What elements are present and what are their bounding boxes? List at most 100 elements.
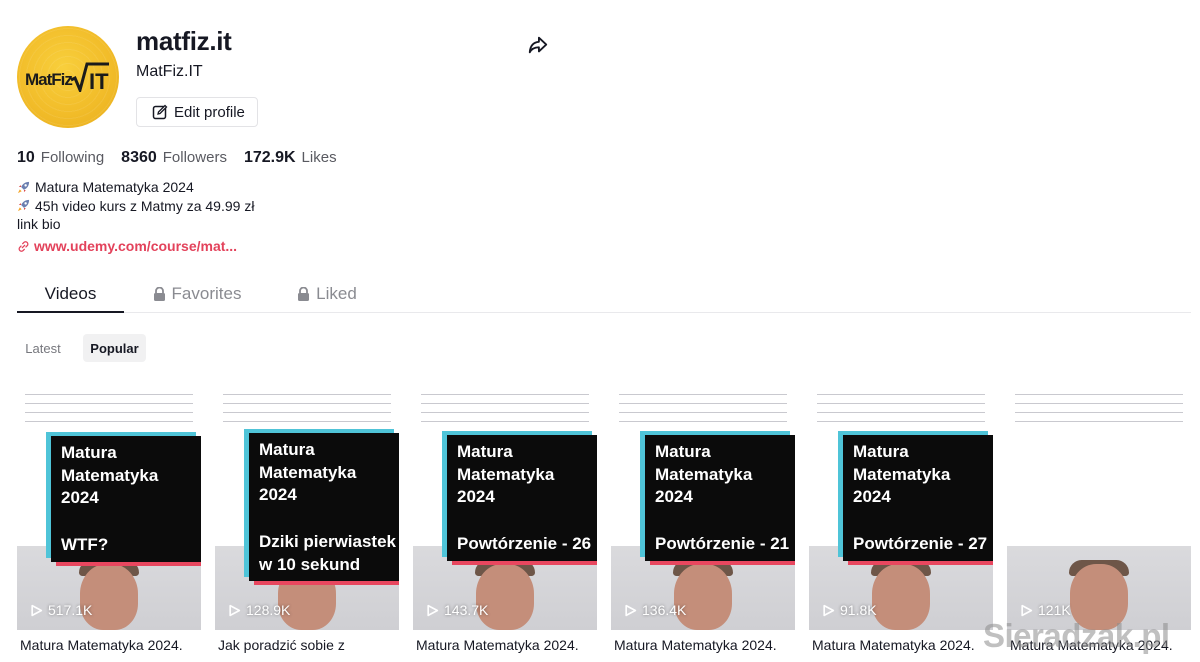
avatar-logo: MatFiz IT [25, 62, 113, 92]
bio-line-2: 45h video kurs z Matmy za 49.99 zł [35, 197, 255, 214]
stat-value: 8360 [121, 149, 157, 166]
worksheet-line [817, 421, 985, 422]
worksheet-line [25, 421, 193, 422]
stat-label: Following [40, 149, 105, 166]
person-face [476, 564, 534, 630]
sticker-subtitle: Dziki pierwiastek w 10 sekund [259, 532, 397, 574]
view-count: 517.1K [30, 602, 92, 618]
sticker-title: Matura Matematyka 2024 [61, 443, 159, 507]
person-face [80, 564, 138, 630]
video-title-sticker: Matura Matematyka 2024 Powtórzenie - 21 [645, 435, 795, 561]
video-title-sticker: Matura Matematyka 2024 Dziki pierwiastek … [249, 433, 399, 581]
view-count-value: 91.8K [840, 602, 877, 618]
sticker-title: Matura Matematyka 2024 [259, 440, 357, 504]
video-thumbnail-background [1007, 386, 1191, 546]
sticker-subtitle: Powtórzenie - 26 [457, 534, 592, 553]
filter-latest[interactable]: Latest [17, 334, 69, 362]
video-card[interactable]: 121K [1007, 386, 1191, 630]
nickname: MatFiz.IT [136, 63, 203, 80]
profile-tabs: Videos Favorites Liked [17, 275, 1191, 313]
view-count-value: 517.1K [48, 602, 93, 618]
play-icon [229, 604, 241, 616]
video-title-sticker: Matura Matematyka 2024 WTF? [51, 436, 201, 562]
video-caption[interactable]: Matura Matematyka 2024. [614, 637, 798, 653]
stats-row: 10 Following 8360 Followers 172.9K Likes [17, 149, 354, 167]
person-face [872, 564, 930, 630]
worksheet-line [421, 421, 589, 422]
share-arrow-icon[interactable] [527, 34, 549, 56]
video-card[interactable]: Matura Matematyka 2024 Powtórzenie - 26 14… [413, 386, 597, 630]
stat-label: Followers [162, 149, 227, 166]
worksheet-line [817, 403, 985, 404]
worksheet-line [421, 403, 589, 404]
edit-profile-label: Edit profile [174, 103, 245, 121]
avatar[interactable]: MatFiz IT [17, 26, 119, 128]
view-count-value: 136.4K [642, 602, 687, 618]
worksheet-line [817, 412, 985, 413]
video-card[interactable]: Matura Matematyka 2024 Dziki pierwiastek … [215, 386, 399, 630]
tab-label: Liked [316, 283, 357, 303]
worksheet-line [1015, 421, 1183, 422]
worksheet-line [619, 412, 787, 413]
rocket-icon [17, 181, 30, 193]
worksheet-line [25, 394, 193, 395]
tab-videos[interactable]: Videos [17, 275, 124, 312]
tab-label: Favorites [171, 283, 242, 303]
worksheet-line [25, 412, 193, 413]
bio-link[interactable]: www.udemy.com/course/mat... [17, 238, 237, 254]
play-icon [625, 604, 637, 616]
play-icon [1021, 604, 1033, 616]
edit-profile-button[interactable]: Edit profile [136, 97, 258, 127]
video-title-sticker: Matura Matematyka 2024 Powtórzenie - 26 [447, 435, 597, 561]
video-caption[interactable]: Matura Matematyka 2024. [20, 637, 204, 653]
bio-link-text: www.udemy.com/course/mat... [34, 238, 238, 254]
active-tab-indicator [17, 311, 124, 313]
view-count: 143.7K [426, 602, 488, 618]
lock-icon [298, 286, 310, 301]
stat-value: 10 [17, 149, 35, 166]
play-icon [31, 604, 43, 616]
sticker-subtitle: WTF? [61, 535, 109, 554]
stat-following[interactable]: 10 Following [17, 149, 104, 167]
username: matfiz.it [136, 26, 232, 56]
view-count-value: 128.9K [246, 602, 291, 618]
view-count-value: 121K [1038, 602, 1071, 618]
sticker-title: Matura Matematyka 2024 [457, 442, 555, 506]
worksheet-line [421, 412, 589, 413]
view-count: 128.9K [228, 602, 290, 618]
stat-likes: 172.9K Likes [244, 149, 337, 167]
view-count: 136.4K [624, 602, 686, 618]
video-card[interactable]: Matura Matematyka 2024 Powtórzenie - 21 13… [611, 386, 795, 630]
filter-popular[interactable]: Popular [83, 334, 146, 362]
video-caption[interactable]: Matura Matematyka 2024. [416, 637, 600, 653]
square-root-icon: IT [70, 62, 109, 92]
bio-line-3: link bio [17, 216, 61, 232]
video-caption[interactable]: Matura Matematyka 2024. [812, 637, 996, 653]
sticker-title: Matura Matematyka 2024 [655, 442, 753, 506]
worksheet-line [1015, 403, 1183, 404]
sticker-title: Matura Matematyka 2024 [853, 442, 951, 506]
video-title-sticker: Matura Matematyka 2024 Powtórzenie - 27 [843, 435, 993, 561]
bio: Matura Matematyka 2024 45h video kurs z … [17, 178, 254, 234]
tab-liked[interactable]: Liked [292, 275, 362, 312]
worksheet-line [223, 412, 391, 413]
worksheet-line [619, 394, 787, 395]
worksheet-line [619, 403, 787, 404]
video-card[interactable]: Matura Matematyka 2024 WTF? 517.1K [17, 386, 201, 630]
worksheet-line [817, 394, 985, 395]
view-count: 91.8K [822, 602, 877, 618]
link-icon [18, 240, 29, 252]
person-face [674, 564, 732, 630]
video-caption[interactable]: Jak poradzić sobie z [218, 637, 402, 653]
svg-text:IT: IT [89, 69, 109, 92]
sticker-subtitle: Powtórzenie - 21 [655, 534, 790, 553]
rocket-icon [17, 200, 30, 212]
tab-favorites[interactable]: Favorites [147, 275, 247, 312]
lock-icon [153, 286, 165, 301]
play-icon [823, 604, 835, 616]
tab-label: Videos [44, 283, 97, 303]
watermark: Sieradzak.pl [983, 617, 1170, 654]
stat-followers[interactable]: 8360 Followers [121, 149, 227, 167]
video-card[interactable]: Matura Matematyka 2024 Powtórzenie - 27 91… [809, 386, 993, 630]
stat-value: 172.9K [243, 149, 296, 166]
